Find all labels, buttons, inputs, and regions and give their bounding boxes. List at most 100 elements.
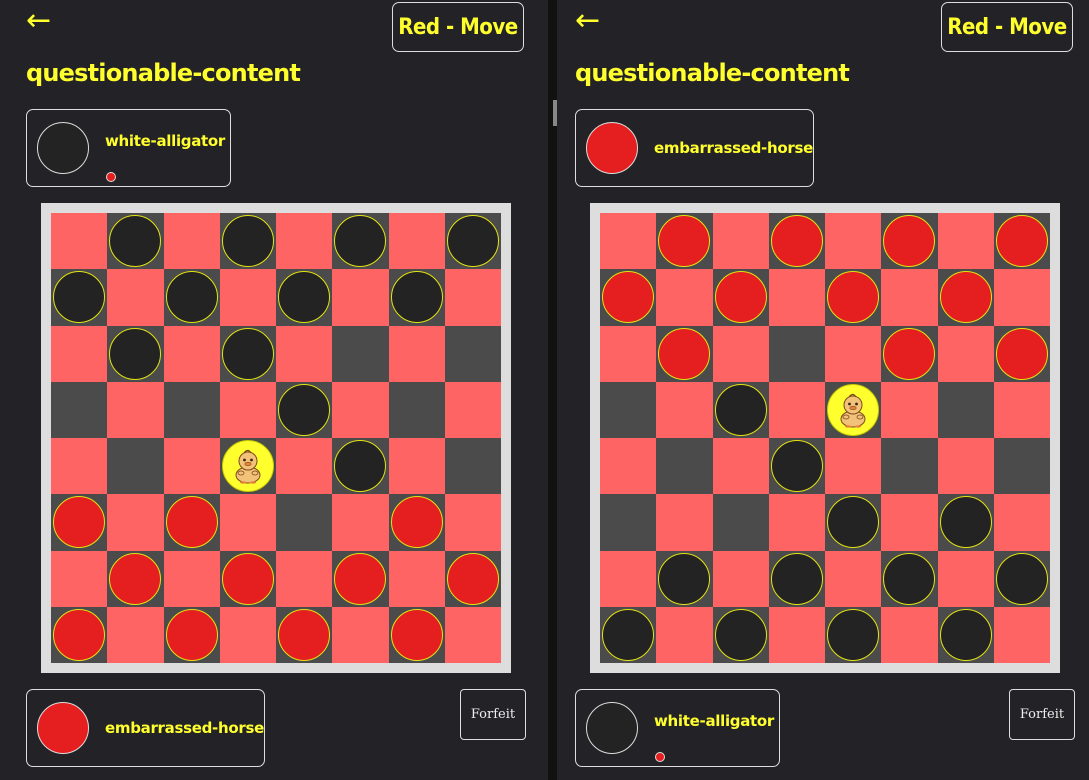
turn-status-button[interactable]: Red - Move	[392, 2, 524, 52]
board-square[interactable]	[444, 381, 501, 438]
board-square[interactable]	[768, 325, 825, 382]
red-piece[interactable]	[165, 496, 218, 549]
board-square[interactable]	[993, 381, 1050, 438]
black-piece[interactable]	[939, 608, 992, 661]
board-square[interactable]	[881, 381, 938, 438]
black-piece[interactable]	[939, 496, 992, 549]
back-arrow-icon[interactable]: ←	[575, 4, 600, 38]
board-square[interactable]	[881, 494, 938, 551]
board-square[interactable]	[937, 550, 994, 607]
board-square[interactable]	[219, 381, 276, 438]
board-square[interactable]	[993, 269, 1050, 326]
board-square[interactable]	[993, 494, 1050, 551]
board-square[interactable]	[388, 550, 445, 607]
black-piece[interactable]	[770, 552, 823, 605]
board-square[interactable]	[107, 494, 164, 551]
black-piece[interactable]	[827, 608, 880, 661]
board-square[interactable]	[712, 325, 769, 382]
board-square[interactable]	[219, 269, 276, 326]
red-piece[interactable]	[165, 608, 218, 661]
board-square[interactable]	[768, 606, 825, 663]
board-square[interactable]	[600, 325, 657, 382]
board-square[interactable]	[388, 325, 445, 382]
board-square[interactable]	[107, 606, 164, 663]
red-piece[interactable]	[278, 608, 331, 661]
black-piece[interactable]	[995, 552, 1048, 605]
board-square[interactable]	[51, 213, 108, 270]
red-piece[interactable]	[53, 608, 106, 661]
board-square[interactable]	[332, 325, 389, 382]
board-square[interactable]	[51, 550, 108, 607]
black-piece[interactable]	[278, 383, 331, 436]
board-square[interactable]	[656, 494, 713, 551]
board-square[interactable]	[444, 269, 501, 326]
board-square[interactable]	[163, 550, 220, 607]
board-square[interactable]	[107, 381, 164, 438]
red-piece[interactable]	[770, 215, 823, 268]
black-piece[interactable]	[714, 383, 767, 436]
board-square[interactable]	[444, 438, 501, 495]
board-square[interactable]	[937, 325, 994, 382]
board-square[interactable]	[388, 213, 445, 270]
board-square[interactable]	[332, 606, 389, 663]
board-square[interactable]	[444, 494, 501, 551]
red-piece[interactable]	[995, 327, 1048, 380]
duck-piece[interactable]	[221, 440, 274, 493]
board-square[interactable]	[276, 494, 333, 551]
board-square[interactable]	[219, 606, 276, 663]
board-square[interactable]	[825, 550, 882, 607]
red-piece[interactable]	[995, 215, 1048, 268]
red-piece[interactable]	[939, 271, 992, 324]
board-square[interactable]	[444, 606, 501, 663]
black-piece[interactable]	[446, 215, 499, 268]
board-square[interactable]	[332, 381, 389, 438]
board-square[interactable]	[656, 606, 713, 663]
board-square[interactable]	[107, 438, 164, 495]
black-piece[interactable]	[165, 271, 218, 324]
board-square[interactable]	[600, 381, 657, 438]
board-square[interactable]	[444, 325, 501, 382]
board-square[interactable]	[825, 438, 882, 495]
board-square[interactable]	[993, 606, 1050, 663]
board-square[interactable]	[656, 438, 713, 495]
board-square[interactable]	[332, 269, 389, 326]
board-square[interactable]	[768, 494, 825, 551]
board-square[interactable]	[768, 381, 825, 438]
board-square[interactable]	[276, 438, 333, 495]
red-piece[interactable]	[883, 327, 936, 380]
back-arrow-icon[interactable]: ←	[26, 4, 51, 38]
red-piece[interactable]	[446, 552, 499, 605]
black-piece[interactable]	[714, 608, 767, 661]
board-square[interactable]	[600, 550, 657, 607]
board-square[interactable]	[163, 438, 220, 495]
board-square[interactable]	[881, 606, 938, 663]
black-piece[interactable]	[109, 327, 162, 380]
board-square[interactable]	[825, 213, 882, 270]
board-square[interactable]	[51, 438, 108, 495]
black-piece[interactable]	[221, 215, 274, 268]
duck-piece[interactable]	[827, 383, 880, 436]
red-piece[interactable]	[714, 271, 767, 324]
board-square[interactable]	[712, 438, 769, 495]
board-square[interactable]	[276, 550, 333, 607]
board-square[interactable]	[881, 269, 938, 326]
board-square[interactable]	[163, 381, 220, 438]
black-piece[interactable]	[770, 440, 823, 493]
board-square[interactable]	[276, 325, 333, 382]
red-piece[interactable]	[334, 552, 387, 605]
board-square[interactable]	[937, 438, 994, 495]
board-square[interactable]	[276, 213, 333, 270]
board-square[interactable]	[712, 213, 769, 270]
board-square[interactable]	[712, 550, 769, 607]
black-piece[interactable]	[390, 271, 443, 324]
forfeit-button[interactable]: Forfeit	[460, 689, 526, 740]
board-square[interactable]	[656, 381, 713, 438]
red-piece[interactable]	[221, 552, 274, 605]
red-piece[interactable]	[390, 608, 443, 661]
board-square[interactable]	[163, 213, 220, 270]
board-square[interactable]	[51, 381, 108, 438]
board-square[interactable]	[219, 494, 276, 551]
board-square[interactable]	[768, 269, 825, 326]
black-piece[interactable]	[883, 552, 936, 605]
red-piece[interactable]	[109, 552, 162, 605]
